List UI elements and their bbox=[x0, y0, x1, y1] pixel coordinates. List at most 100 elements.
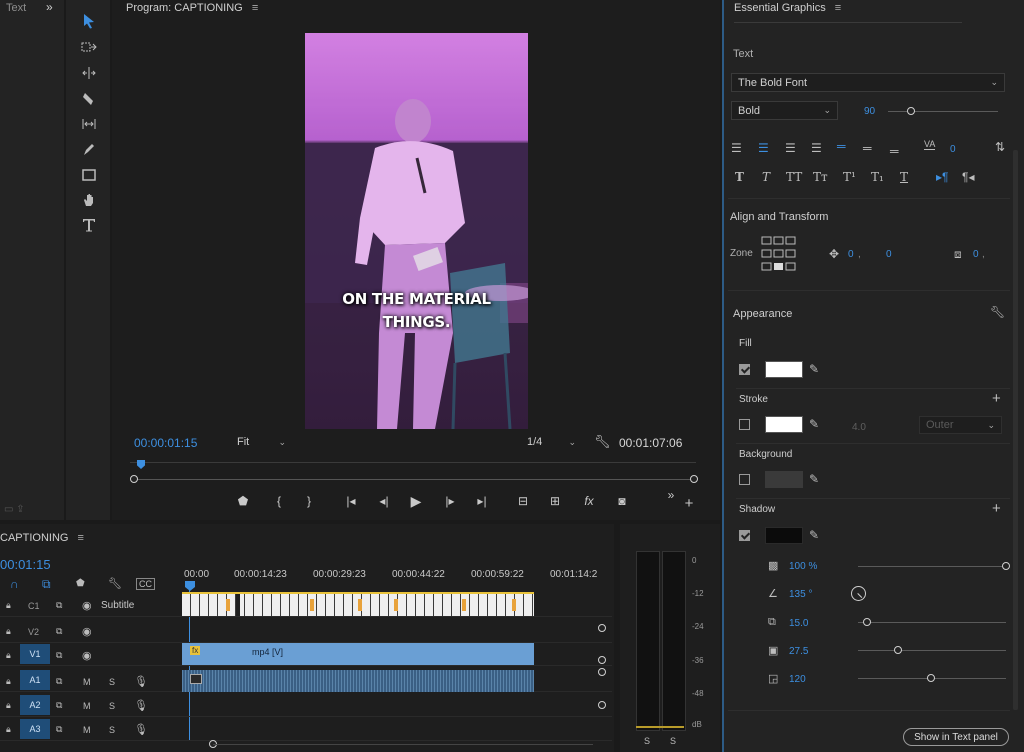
anchor-value[interactable]: 0 bbox=[973, 249, 979, 260]
superscript-icon[interactable]: T¹ bbox=[843, 170, 856, 184]
font-size-value[interactable]: 90 bbox=[864, 106, 875, 117]
solo-left-button[interactable]: S bbox=[644, 736, 650, 746]
eye-icon[interactable]: ◉ bbox=[82, 649, 92, 662]
step-forward-icon[interactable]: |▸ bbox=[442, 494, 458, 508]
lock-icon[interactable]: 🔒︎ bbox=[6, 600, 11, 611]
type-tool-icon[interactable] bbox=[78, 214, 100, 236]
eg-scrollbar[interactable] bbox=[1013, 150, 1018, 710]
video-clip-v1[interactable]: fx mp4 [V] bbox=[182, 643, 534, 665]
timeline-timecode[interactable]: 00:01:15 bbox=[0, 557, 51, 572]
extract-icon[interactable]: ⊞ bbox=[546, 494, 564, 508]
add-marker-icon[interactable]: ⬟ bbox=[76, 578, 85, 589]
shadow-distance-value[interactable]: 15.0 bbox=[789, 618, 808, 629]
vscroll-handle[interactable] bbox=[598, 668, 606, 676]
leading-icon[interactable]: ⇅ bbox=[995, 140, 1005, 154]
scroll-handle-right[interactable] bbox=[690, 475, 698, 483]
video-frame[interactable]: ON THE MATERIAL THINGS. bbox=[305, 33, 528, 429]
settings-wrench-icon[interactable]: 🔧︎ bbox=[594, 434, 611, 450]
shadow-distance-slider[interactable] bbox=[858, 622, 1006, 623]
stroke-width-value[interactable]: 4.0 bbox=[852, 422, 866, 433]
fx-icon[interactable]: fx bbox=[582, 494, 596, 508]
font-dropdown[interactable]: The Bold Font ⌄ bbox=[731, 73, 1005, 92]
program-current-time[interactable]: 00:00:01:15 bbox=[134, 436, 197, 450]
shadow-opacity-value[interactable]: 100 % bbox=[789, 561, 817, 572]
play-icon[interactable]: ▶ bbox=[408, 493, 424, 509]
ripple-edit-tool-icon[interactable] bbox=[78, 62, 100, 84]
sync-lock-icon[interactable]: ⧉ bbox=[56, 724, 62, 735]
mark-in-icon[interactable]: { bbox=[272, 494, 286, 508]
voiceover-mic-icon[interactable]: 🎙︎ bbox=[134, 723, 148, 736]
lock-icon[interactable]: 🔒︎ bbox=[6, 724, 11, 735]
lock-icon[interactable]: 🔒︎ bbox=[6, 700, 11, 711]
mute-button[interactable]: M bbox=[83, 677, 91, 687]
track-name-a1[interactable]: A1 bbox=[20, 670, 50, 690]
sync-lock-icon[interactable]: ⧉ bbox=[56, 600, 62, 611]
add-shadow-icon[interactable]: + bbox=[992, 500, 1001, 517]
fill-color-swatch[interactable] bbox=[765, 361, 803, 378]
track-name-v1[interactable]: V1 bbox=[20, 644, 50, 664]
timeline-ruler[interactable]: 00:00 00:00:14:23 00:00:29:23 00:00:44:2… bbox=[182, 566, 612, 590]
lock-icon[interactable]: 🔒︎ bbox=[6, 650, 11, 661]
underline-icon[interactable]: T bbox=[900, 170, 908, 184]
zone-grid[interactable] bbox=[761, 236, 797, 272]
tracking-value[interactable]: 0 bbox=[950, 144, 956, 155]
monitor-scrollbar[interactable] bbox=[134, 479, 694, 480]
anchor-point-icon[interactable]: ⧈ bbox=[954, 247, 962, 262]
slip-tool-icon[interactable] bbox=[78, 113, 100, 135]
shadow-eyedropper-icon[interactable]: ✎ bbox=[809, 528, 819, 542]
sync-lock-icon[interactable]: ⧉ bbox=[56, 626, 62, 637]
shadow-blur-slider[interactable] bbox=[858, 650, 1006, 651]
rtl-direction-icon[interactable]: ¶◂ bbox=[962, 170, 974, 184]
ltr-direction-icon[interactable]: ▸¶ bbox=[936, 170, 948, 184]
align-middle-icon[interactable]: ═ bbox=[863, 141, 872, 155]
angle-dial[interactable] bbox=[851, 586, 866, 601]
shadow-blur-value[interactable]: 27.5 bbox=[789, 646, 808, 657]
background-checkbox[interactable] bbox=[739, 474, 750, 485]
eye-icon[interactable]: ◉ bbox=[82, 599, 92, 612]
add-stroke-icon[interactable]: + bbox=[992, 390, 1001, 407]
mute-button[interactable]: M bbox=[83, 701, 91, 711]
audio-clip-a1[interactable] bbox=[182, 670, 534, 692]
export-frame-icon[interactable]: ◙ bbox=[614, 494, 630, 508]
voiceover-mic-icon[interactable]: 🎙︎ bbox=[134, 675, 148, 688]
font-style-dropdown[interactable]: Bold ⌄ bbox=[731, 101, 838, 120]
more-controls-icon[interactable]: » bbox=[664, 488, 678, 502]
all-caps-icon[interactable]: TT bbox=[786, 170, 802, 184]
background-color-swatch[interactable] bbox=[765, 471, 803, 488]
sync-lock-icon[interactable]: ⧉ bbox=[56, 676, 62, 687]
solo-right-button[interactable]: S bbox=[670, 736, 676, 746]
align-center-icon[interactable]: ☰ bbox=[758, 141, 769, 155]
small-caps-icon[interactable]: Tт bbox=[813, 170, 828, 184]
step-back-icon[interactable]: ◂| bbox=[376, 494, 392, 508]
background-eyedropper-icon[interactable]: ✎ bbox=[809, 472, 819, 486]
track-name-a2[interactable]: A2 bbox=[20, 695, 50, 715]
monitor-time-ruler[interactable] bbox=[130, 462, 696, 467]
panel-menu-icon[interactable]: ≡ bbox=[252, 2, 258, 14]
linked-selection-icon[interactable]: ⧉ bbox=[42, 577, 51, 592]
lock-icon[interactable]: 🔒︎ bbox=[6, 676, 11, 687]
captions-cc-icon[interactable]: CC bbox=[136, 578, 155, 590]
tracking-icon[interactable]: VA bbox=[924, 139, 936, 150]
shadow-spread-knob[interactable] bbox=[927, 674, 935, 682]
track-name-a3[interactable]: A3 bbox=[20, 719, 50, 739]
fill-checkbox[interactable] bbox=[739, 364, 750, 375]
align-left-icon[interactable]: ☰ bbox=[731, 141, 742, 155]
timeline-hscrollbar[interactable] bbox=[213, 744, 593, 745]
selection-tool-icon[interactable] bbox=[78, 10, 100, 32]
pen-tool-icon[interactable] bbox=[78, 138, 100, 160]
solo-button[interactable]: S bbox=[109, 701, 115, 711]
voiceover-mic-icon[interactable]: 🎙︎ bbox=[134, 699, 148, 712]
justify-icon[interactable]: ☰ bbox=[811, 141, 822, 155]
vscroll-handle[interactable] bbox=[598, 701, 606, 709]
hand-tool-icon[interactable] bbox=[78, 189, 100, 211]
sync-lock-icon[interactable]: ⧉ bbox=[56, 700, 62, 711]
shadow-opacity-slider[interactable] bbox=[858, 566, 1004, 567]
timeline-settings-wrench-icon[interactable]: 🔧︎ bbox=[108, 577, 122, 590]
scroll-handle-left[interactable] bbox=[130, 475, 138, 483]
stroke-type-dropdown[interactable]: Outer ⌄ bbox=[919, 416, 1002, 434]
captions-icon[interactable]: ▭ ⇪ bbox=[4, 504, 25, 515]
eye-icon[interactable]: ◉ bbox=[82, 625, 92, 638]
add-button-icon[interactable]: + bbox=[682, 495, 696, 512]
position-x-value[interactable]: 0 bbox=[848, 249, 854, 260]
shadow-distance-knob[interactable] bbox=[863, 618, 871, 626]
